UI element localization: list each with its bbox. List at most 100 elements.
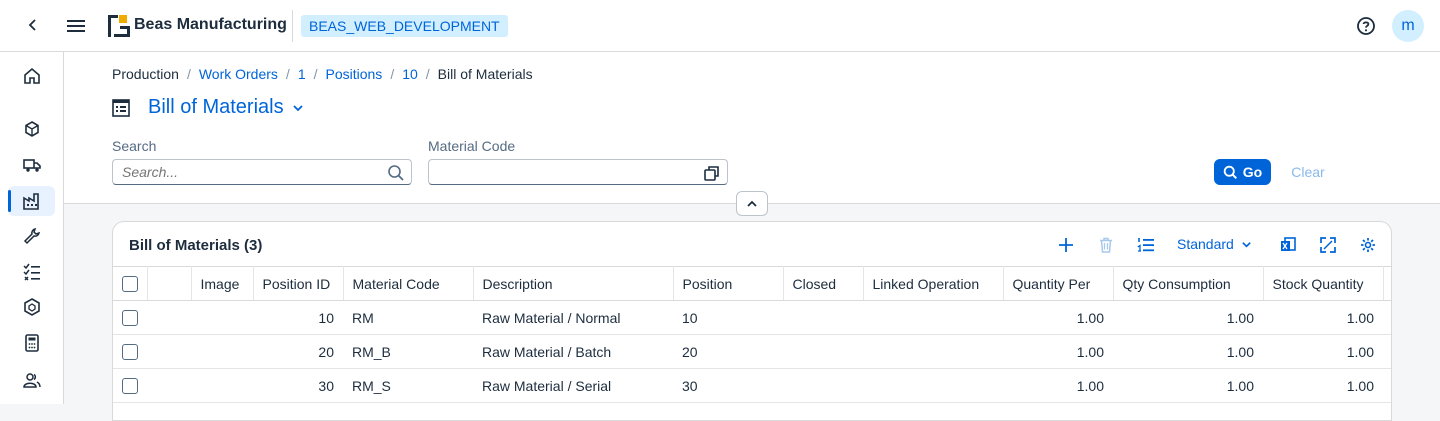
table-row[interactable]: 10 RM Raw Material / Normal 10 1.00 1.00… [113, 300, 1391, 335]
help-icon[interactable] [1354, 14, 1378, 38]
sidebar-item-delivery[interactable] [8, 150, 55, 180]
column-header-material-code[interactable]: Material Code [343, 266, 474, 301]
stock-quantity-cell: 1.00 [1263, 368, 1383, 403]
table-settings-button[interactable] [1356, 234, 1380, 256]
go-button-label: Go [1242, 164, 1263, 180]
collapse-header-button[interactable] [736, 191, 768, 216]
breadcrumb-item-position-10[interactable]: 10 [402, 66, 418, 82]
stock-quantity-cell: 1.00 [1263, 300, 1383, 335]
side-navigation [0, 52, 64, 404]
description-cell: Raw Material / Normal [473, 300, 673, 335]
menu-icon[interactable] [64, 14, 88, 38]
people-icon [22, 373, 41, 388]
clear-button[interactable]: Clear [1276, 164, 1340, 180]
quantity-per-cell: 1.00 [1003, 368, 1113, 403]
table-row[interactable]: 20 RM_B Raw Material / Batch 20 1.00 1.0… [113, 334, 1391, 369]
column-header-description[interactable]: Description [473, 266, 674, 301]
column-header-stock-quantity[interactable]: Stock Quantity [1263, 266, 1384, 301]
quantity-per-cell: 1.00 [1003, 300, 1113, 335]
material-code-cell: RM_S [343, 368, 473, 403]
closed-cell [783, 300, 863, 335]
breadcrumb-item-work-order-1[interactable]: 1 [298, 66, 306, 82]
column-header-position[interactable]: Position [673, 266, 784, 301]
sidebar-item-people[interactable] [8, 365, 55, 395]
chevron-down-icon[interactable] [292, 102, 304, 114]
column-header-truncated[interactable]: Ba [1383, 266, 1391, 301]
truncated-cell [1383, 334, 1391, 369]
search-input[interactable] [113, 160, 411, 184]
image-cell [191, 334, 253, 369]
search-label: Search [112, 138, 157, 154]
gear-icon [1361, 238, 1375, 252]
row-action-cell [147, 300, 191, 335]
closed-cell [783, 334, 863, 369]
row-action-cell [147, 368, 191, 403]
row-select-cell [113, 300, 147, 335]
search-icon[interactable] [387, 164, 405, 182]
list-document-icon [112, 98, 130, 117]
value-help-icon[interactable] [703, 164, 721, 182]
column-header-closed[interactable]: Closed [783, 266, 864, 301]
material-code-label: Material Code [428, 138, 516, 154]
row-checkbox[interactable] [122, 377, 138, 394]
sidebar-item-tools[interactable] [8, 221, 55, 251]
material-code-input[interactable] [429, 160, 727, 184]
select-all-cell [113, 266, 148, 301]
column-header-linked-operation[interactable]: Linked Operation [863, 266, 1004, 301]
sidebar-item-products[interactable] [8, 115, 55, 145]
truck-icon [22, 159, 41, 172]
breadcrumb-separator: / [186, 66, 191, 82]
stock-quantity-cell: 1.00 [1263, 334, 1383, 369]
back-icon[interactable] [22, 14, 44, 36]
row-checkbox[interactable] [122, 343, 138, 360]
title-row: Bill of Materials [112, 96, 304, 119]
position-id-cell: 20 [253, 334, 343, 369]
variant-label: Standard [1177, 236, 1234, 252]
truncated-cell [1383, 368, 1391, 403]
image-cell [191, 368, 253, 403]
breadcrumb-item-production: Production [112, 66, 179, 82]
material-code-cell: RM_B [343, 334, 473, 369]
sidebar-item-tasks[interactable] [8, 257, 55, 287]
page-title[interactable]: Bill of Materials [148, 96, 284, 119]
delete-row-button[interactable] [1094, 234, 1118, 256]
sort-button[interactable] [1134, 234, 1158, 256]
breadcrumb-item-work-orders[interactable]: Work Orders [199, 66, 278, 82]
qty-consumption-cell: 1.00 [1113, 334, 1263, 369]
truncated-cell [1383, 300, 1391, 335]
column-header-position-id[interactable]: Position ID [253, 266, 344, 301]
fullscreen-button[interactable] [1316, 234, 1340, 256]
avatar[interactable]: m [1392, 10, 1424, 42]
factory-icon [22, 193, 39, 210]
go-button[interactable]: Go [1214, 159, 1271, 185]
row-checkbox[interactable] [122, 309, 138, 326]
export-button[interactable] [1276, 234, 1300, 256]
row-select-cell [113, 368, 147, 403]
environment-badge: BEAS_WEB_DEVELOPMENT [301, 15, 508, 37]
home-icon [23, 67, 40, 84]
column-header-row-action [147, 266, 192, 301]
position-cell: 10 [673, 300, 783, 335]
sidebar-item-calculator[interactable] [8, 328, 55, 358]
material-code-field [428, 159, 728, 185]
linked-operation-cell [863, 368, 1003, 403]
select-all-checkbox[interactable] [122, 275, 138, 292]
trash-icon [1100, 237, 1112, 253]
column-header-qty-consumption[interactable]: Qty Consumption [1113, 266, 1264, 301]
export-icon [1281, 237, 1296, 251]
column-header-quantity-per[interactable]: Quantity Per [1003, 266, 1114, 301]
add-row-button[interactable] [1054, 234, 1078, 256]
shell-bar: Beas Manufacturing BEAS_WEB_DEVELOPMENT … [0, 0, 1440, 52]
sidebar-item-factory[interactable] [8, 186, 55, 216]
bill-of-materials-table: Image Position ID Material Code Descript… [113, 266, 1391, 403]
variant-selector[interactable]: Standard [1177, 236, 1252, 252]
breadcrumb-item-positions[interactable]: Positions [326, 66, 383, 82]
table-row[interactable]: 30 RM_S Raw Material / Serial 30 1.00 1.… [113, 368, 1391, 403]
sidebar-item-hexagon[interactable] [8, 292, 55, 322]
column-header-image[interactable]: Image [191, 266, 254, 301]
breadcrumb-item-bill-of-materials: Bill of Materials [437, 66, 533, 82]
breadcrumb-separator: / [425, 66, 430, 82]
position-cell: 30 [673, 368, 783, 403]
fullscreen-icon [1320, 237, 1336, 253]
sidebar-item-home[interactable] [8, 61, 55, 91]
